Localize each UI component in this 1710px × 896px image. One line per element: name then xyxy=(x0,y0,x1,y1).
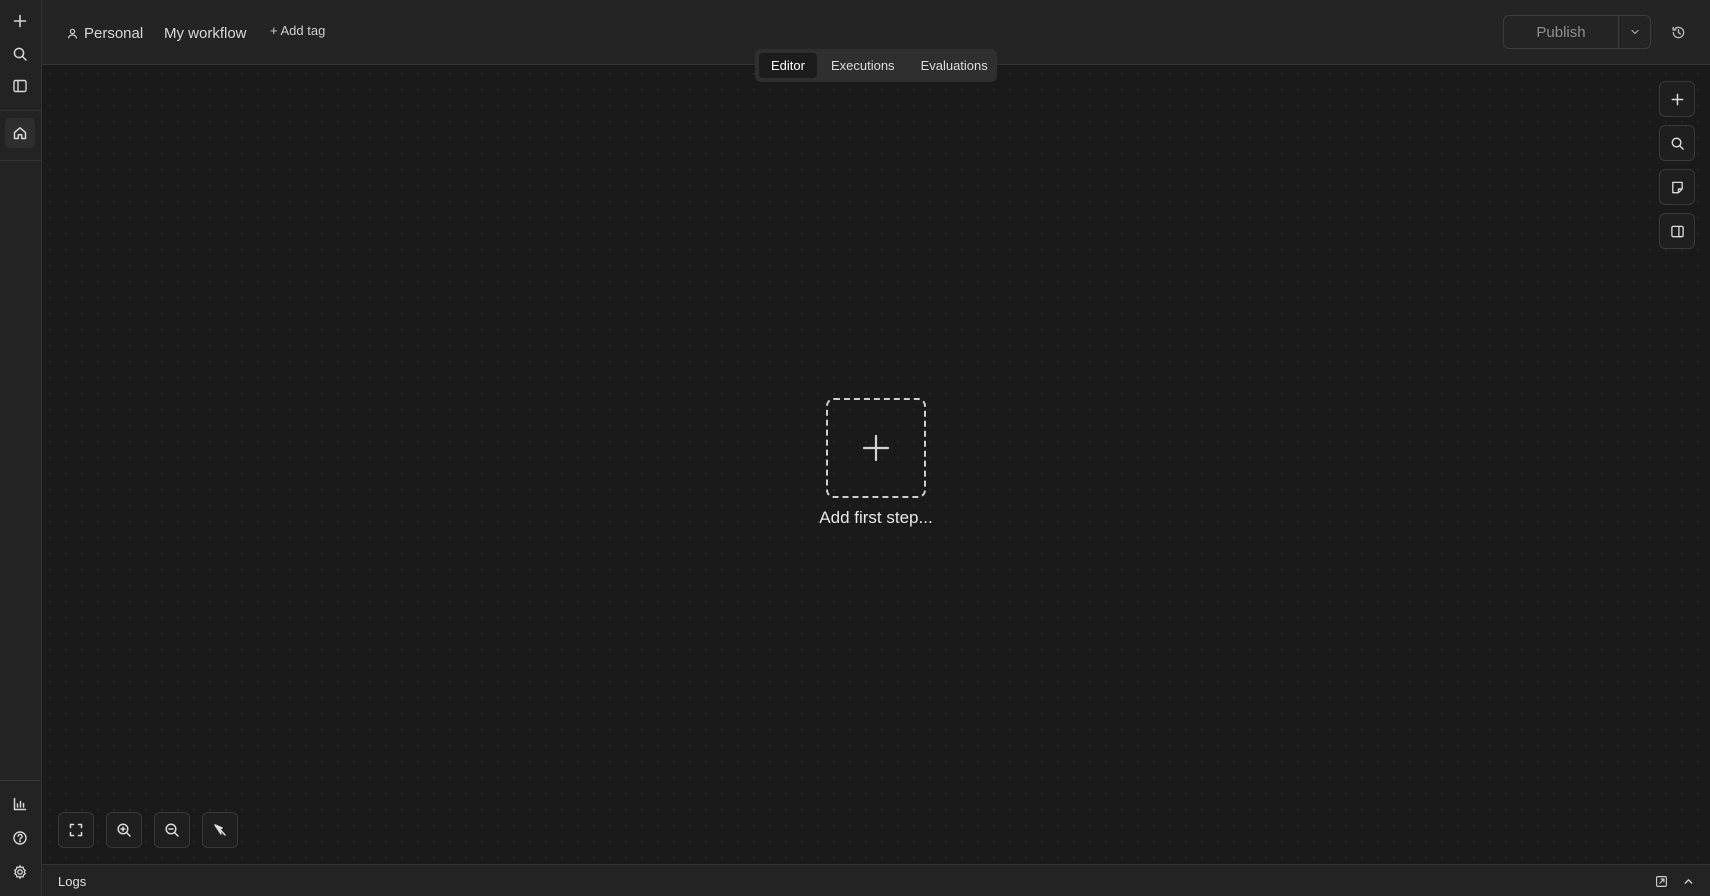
pop-out-icon[interactable] xyxy=(1652,872,1670,890)
search-nodes-button[interactable] xyxy=(1659,125,1695,161)
logs-bar[interactable]: Logs xyxy=(42,864,1710,896)
zoom-out-icon xyxy=(165,823,179,837)
sticky-note-icon xyxy=(1671,181,1683,193)
tab-executions[interactable]: Executions xyxy=(819,53,907,78)
project-name: Personal xyxy=(84,24,144,42)
user-icon xyxy=(67,28,78,39)
add-tag-button[interactable]: + Add tag xyxy=(270,23,325,38)
tidy-up-button[interactable] xyxy=(202,812,238,848)
search-icon[interactable] xyxy=(5,39,35,69)
chevron-up-icon[interactable] xyxy=(1679,872,1697,890)
plus-icon xyxy=(1671,93,1683,105)
zoom-out-button[interactable] xyxy=(154,812,190,848)
workflow-name-text: My workflow xyxy=(164,24,247,42)
left-rail xyxy=(0,0,42,896)
chevron-down-icon xyxy=(1630,29,1639,35)
workflow-name[interactable]: My workflow xyxy=(164,21,247,45)
tab-evaluations[interactable]: Evaluations xyxy=(909,53,1000,78)
add-node-button[interactable] xyxy=(1659,81,1695,117)
insights-icon[interactable] xyxy=(5,789,35,819)
tab-editor[interactable]: Editor xyxy=(759,53,817,78)
publish-button[interactable]: Publish xyxy=(1504,16,1619,48)
rail-divider xyxy=(0,160,42,161)
fit-view-icon xyxy=(69,823,83,837)
rail-divider xyxy=(0,110,42,111)
wand-icon xyxy=(214,824,226,836)
help-icon[interactable] xyxy=(5,823,35,853)
fit-view-button[interactable] xyxy=(58,812,94,848)
view-tabs: Editor Executions Evaluations xyxy=(755,49,997,82)
add-sticky-note-button[interactable] xyxy=(1659,169,1695,205)
add-first-step-label: Add first step... xyxy=(819,508,933,527)
sidebar-toggle-icon[interactable] xyxy=(5,71,35,101)
publish-options-button[interactable] xyxy=(1619,16,1650,48)
app: Personal My workflow + Add tag Publish E… xyxy=(0,0,1710,896)
toggle-panel-button[interactable] xyxy=(1659,213,1695,249)
plus-icon xyxy=(862,434,890,462)
rail-divider xyxy=(0,780,42,781)
panel-right-icon xyxy=(1670,225,1684,237)
plus-icon[interactable] xyxy=(5,6,35,36)
zoom-in-button[interactable] xyxy=(106,812,142,848)
breadcrumb-project[interactable]: Personal xyxy=(66,21,143,45)
history-icon[interactable] xyxy=(1666,20,1690,44)
search-icon xyxy=(1671,137,1684,150)
add-first-step-button[interactable] xyxy=(826,398,926,498)
home-icon[interactable] xyxy=(5,118,35,148)
publish-group: Publish xyxy=(1503,15,1651,49)
more-options-icon[interactable] xyxy=(1704,20,1710,44)
zoom-in-icon xyxy=(117,823,131,837)
settings-icon[interactable] xyxy=(5,857,35,887)
logs-label: Logs xyxy=(58,874,87,889)
